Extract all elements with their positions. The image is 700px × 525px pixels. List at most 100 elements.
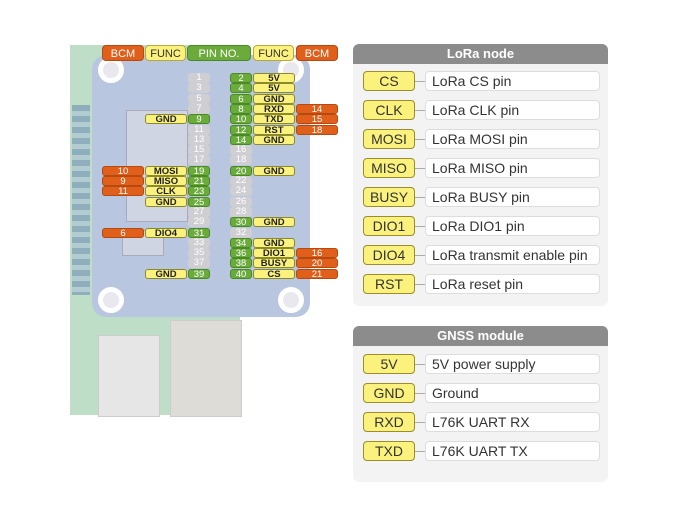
gnss-panel-title: GNSS module xyxy=(353,326,608,346)
bcm-number: 20 xyxy=(296,258,338,269)
connector-line xyxy=(415,197,425,198)
pin-description: LoRa CLK pin xyxy=(425,100,600,120)
pin-description: LoRa MOSI pin xyxy=(425,129,600,149)
pin-function-label: 5V xyxy=(253,73,295,83)
usb-port xyxy=(98,335,160,417)
pin-function-label: RXD xyxy=(253,103,295,114)
connector-line xyxy=(415,226,425,227)
gnss-module-panel: GNSS module 5V 5V power supply GND Ground RX… xyxy=(353,326,608,482)
connector-line xyxy=(415,422,425,423)
bcm-number: 14 xyxy=(296,103,338,114)
pin-function-label: GND xyxy=(253,93,295,104)
pin-function-label: GND xyxy=(145,114,187,124)
pin-number: 32 xyxy=(230,227,252,238)
header-pin-no: PIN NO. xyxy=(187,45,251,61)
pin-number: 19 xyxy=(188,165,210,176)
bcm-number: 6 xyxy=(102,227,144,238)
pin-tag: 5V xyxy=(363,354,415,374)
pin-number: 23 xyxy=(188,186,210,197)
pin-tag: RST xyxy=(363,274,415,294)
pin-function-label: DIO1 xyxy=(253,248,295,258)
pin-number: 3 xyxy=(188,83,210,94)
pin-number: 4 xyxy=(230,83,252,94)
connector-line xyxy=(415,168,425,169)
ethernet-port xyxy=(170,320,242,417)
pin-tag: RXD xyxy=(363,412,415,432)
gnss-pin-row: RXD L76K UART RX xyxy=(363,412,600,432)
connector-line xyxy=(415,364,425,365)
lora-pin-row: CS LoRa CS pin xyxy=(363,71,600,91)
bcm-number: 16 xyxy=(296,248,338,259)
mount-hole xyxy=(278,287,304,313)
pin-number: 38 xyxy=(230,258,252,269)
pin-number: 39 xyxy=(188,268,210,279)
pin-description: LoRa reset pin xyxy=(425,274,600,294)
pin-function-label: MOSI xyxy=(145,165,187,176)
pin-tag: BUSY xyxy=(363,187,415,207)
pin-number: 7 xyxy=(188,103,210,114)
pin-number: 8 xyxy=(230,103,252,114)
pin-number: 34 xyxy=(230,237,252,248)
pin-function-label: RST xyxy=(253,124,295,135)
pin-number: 40 xyxy=(230,268,252,279)
connector-line xyxy=(415,81,425,82)
pin-tag: CLK xyxy=(363,100,415,120)
pin-number: 28 xyxy=(230,206,252,217)
lora-pin-row: MOSI LoRa MOSI pin xyxy=(363,129,600,149)
lora-pin-row: BUSY LoRa BUSY pin xyxy=(363,187,600,207)
gnss-pin-row: GND Ground xyxy=(363,383,600,403)
header-bcm-left: BCM xyxy=(102,45,144,61)
pin-description: LoRa transmit enable pin xyxy=(425,245,600,265)
pin-number: 29 xyxy=(188,217,210,228)
pin-description: Ground xyxy=(425,383,600,403)
pin-number: 17 xyxy=(188,155,210,166)
header-func-right: FUNC xyxy=(253,45,294,61)
pin-number: 18 xyxy=(230,155,252,166)
bcm-number: 21 xyxy=(296,268,338,279)
mount-hole xyxy=(98,287,124,313)
pin-function-label: GND xyxy=(253,217,295,227)
pin-function-label: GND xyxy=(145,268,187,279)
bcm-number: 15 xyxy=(296,114,338,125)
pin-function-label: CS xyxy=(253,268,295,279)
pin-tag: MOSI xyxy=(363,129,415,149)
lora-pin-row: DIO1 LoRa DIO1 pin xyxy=(363,216,600,236)
pin-number: 31 xyxy=(188,227,210,238)
pin-number: 2 xyxy=(230,73,252,84)
pin-function-label: GND xyxy=(253,134,295,145)
pin-function-label: MISO xyxy=(145,176,187,186)
pin-number: 11 xyxy=(188,124,210,135)
bcm-number: 10 xyxy=(102,165,144,176)
pin-function-label: CLK xyxy=(145,186,187,197)
pin-tag: DIO4 xyxy=(363,245,415,265)
pin-description: LoRa MISO pin xyxy=(425,158,600,178)
pin-number: 21 xyxy=(188,176,210,187)
pin-tag: DIO1 xyxy=(363,216,415,236)
pin-number: 12 xyxy=(230,124,252,135)
lora-pin-row: CLK LoRa CLK pin xyxy=(363,100,600,120)
pin-number: 9 xyxy=(188,114,210,125)
connector-line xyxy=(415,393,425,394)
pin-function-label: GND xyxy=(145,196,187,207)
gnss-pin-row: TXD L76K UART TX xyxy=(363,441,600,461)
pin-function-label: 5V xyxy=(253,83,295,94)
pin-function-label: GND xyxy=(253,165,295,176)
pin-number: 37 xyxy=(188,258,210,269)
connector-line xyxy=(415,255,425,256)
lora-node-panel: LoRa node CS LoRa CS pin CLK LoRa CLK pin MO… xyxy=(353,44,608,306)
lora-pin-row: MISO LoRa MISO pin xyxy=(363,158,600,178)
bcm-number: 11 xyxy=(102,186,144,197)
pin-tag: TXD xyxy=(363,441,415,461)
pin-function-label: DIO4 xyxy=(145,227,187,238)
pin-function-label: GND xyxy=(253,237,295,248)
header-func-left: FUNC xyxy=(145,45,186,61)
pin-number: 24 xyxy=(230,186,252,197)
bcm-number: 9 xyxy=(102,176,144,187)
pin-function-label: BUSY xyxy=(253,258,295,269)
gnss-pin-row: 5V 5V power supply xyxy=(363,354,600,374)
header-bcm-right: BCM xyxy=(296,45,338,61)
pin-tag: GND xyxy=(363,383,415,403)
pin-description: 5V power supply xyxy=(425,354,600,374)
lora-panel-title: LoRa node xyxy=(353,44,608,64)
connector-line xyxy=(415,451,425,452)
